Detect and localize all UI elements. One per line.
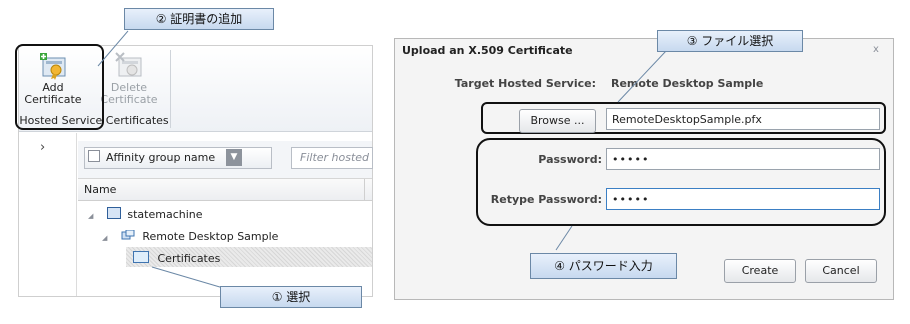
column-divider [364,179,365,201]
target-service-value: Remote Desktop Sample [611,77,764,90]
column-header-name[interactable]: Name [84,183,116,196]
cancel-button[interactable]: Cancel [805,259,877,283]
affinity-dropdown-icon[interactable]: ▼ [226,149,242,166]
tree-row-certificates[interactable]: Certificates [133,251,220,265]
subscription-icon [106,207,121,219]
column-header-row [78,179,372,201]
delete-certificate-icon [114,52,144,80]
dialog-title: Upload an X.509 Certificate [402,44,573,57]
tree-row-hosted-service[interactable]: ◢ Remote Desktop Sample [102,229,279,243]
tree-item-label: Remote Desktop Sample [142,230,279,243]
target-service-label: Target Hosted Service: [454,77,596,90]
affinity-label: Affinity group name [106,151,216,164]
collapse-triangle-icon[interactable]: ◢ [88,212,93,220]
hosted-service-icon [121,229,135,241]
affinity-checkbox[interactable] [88,150,100,162]
highlight-add-certificate [15,44,104,130]
tree-row-subscription[interactable]: ◢ statemachine [88,207,203,221]
ribbon-separator [170,50,171,128]
callout-select: ① 選択 [220,286,362,308]
delete-certificate-label-2: Certificate [100,93,158,106]
retype-password-label: Retype Password: [490,193,602,206]
expand-chevron-icon[interactable]: › [40,140,45,155]
tree-item-label: statemachine [127,208,203,221]
password-label: Password: [538,153,602,166]
browse-button[interactable]: Browse ... [519,109,596,133]
filter-input[interactable]: Filter hosted [291,147,373,169]
nav-column [19,133,77,296]
callout-add-certificate: ② 証明書の追加 [124,8,274,30]
folder-icon [133,251,149,263]
password-field[interactable]: ••••• [606,148,880,170]
create-button[interactable]: Create [724,259,796,283]
callout-password-entry: ④ パスワード入力 [530,253,677,279]
callout-file-select: ③ ファイル選択 [657,30,803,52]
delete-certificate-button[interactable]: Delete Certificate [100,52,158,106]
file-path-field[interactable]: RemoteDesktopSample.pfx [606,108,880,130]
retype-password-field[interactable]: ••••• [606,188,880,210]
close-icon[interactable]: x [873,44,879,55]
collapse-triangle-icon[interactable]: ◢ [102,234,107,242]
tree-item-label: Certificates [157,252,221,265]
